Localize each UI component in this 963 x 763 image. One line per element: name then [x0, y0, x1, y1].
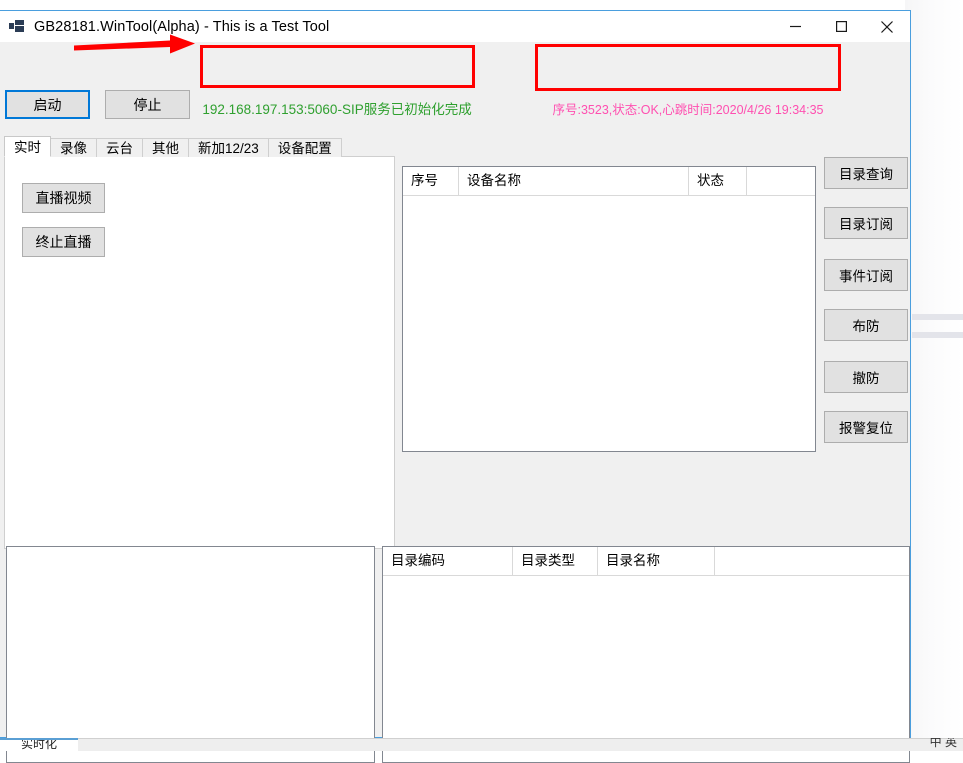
disarm-button[interactable]: 撤防 — [824, 361, 908, 393]
log-output-pane[interactable] — [6, 546, 375, 763]
minimize-button[interactable] — [772, 11, 818, 42]
device-grid-col-extra[interactable] — [747, 167, 815, 195]
maximize-button[interactable] — [818, 11, 864, 42]
catalog-grid[interactable]: 目录编码 目录类型 目录名称 — [382, 546, 910, 763]
live-video-button[interactable]: 直播视频 — [22, 183, 105, 213]
stop-live-button[interactable]: 终止直播 — [22, 227, 105, 257]
device-grid[interactable]: 序号 设备名称 状态 — [402, 166, 816, 452]
tab-realtime[interactable]: 实时 — [4, 136, 51, 157]
device-grid-col-status[interactable]: 状态 — [689, 167, 747, 195]
catalog-subscribe-button[interactable]: 目录订阅 — [824, 207, 908, 239]
close-button[interactable] — [864, 11, 910, 42]
application-window: GB28181.WinTool(Alpha) - This is a Test … — [0, 10, 911, 763]
device-grid-col-name[interactable]: 设备名称 — [459, 167, 689, 195]
taskbar-strip: 实时化 中 英 — [0, 738, 963, 751]
catalog-grid-header: 目录编码 目录类型 目录名称 — [383, 547, 909, 576]
taskbar-ime-indicator[interactable]: 中 英 — [930, 738, 957, 751]
catalog-query-button[interactable]: 目录查询 — [824, 157, 908, 189]
catalog-grid-col-extra[interactable] — [715, 547, 815, 575]
event-subscribe-button[interactable]: 事件订阅 — [824, 259, 908, 291]
alarm-reset-button[interactable]: 报警复位 — [824, 411, 908, 443]
start-button[interactable]: 启动 — [5, 90, 90, 119]
taskbar-background — [78, 738, 963, 751]
app-icon — [9, 19, 25, 34]
catalog-grid-col-type[interactable]: 目录类型 — [513, 547, 598, 575]
sip-service-status-label: 192.168.197.153:5060-SIP服务已初始化完成 — [202, 89, 472, 127]
close-icon — [881, 20, 893, 33]
tab-recording[interactable]: 录像 — [50, 138, 97, 157]
device-grid-header: 序号 设备名称 状态 — [403, 167, 815, 196]
tab-other[interactable]: 其他 — [142, 138, 189, 157]
tab-strip: 实时 录像 云台 其他 新加12/23 设备配置 — [4, 136, 342, 157]
catalog-grid-col-name[interactable]: 目录名称 — [598, 547, 715, 575]
tab-page-realtime: 直播视频 终止直播 — [4, 156, 395, 549]
minimize-icon — [789, 25, 801, 28]
stop-button[interactable]: 停止 — [105, 90, 190, 119]
taskbar-active-item[interactable]: 实时化 — [0, 738, 78, 751]
tab-device-config[interactable]: 设备配置 — [267, 138, 342, 157]
client-area: 启动 停止 192.168.197.153:5060-SIP服务已初始化完成 序… — [0, 42, 910, 763]
device-grid-col-index[interactable]: 序号 — [403, 167, 459, 195]
catalog-grid-col-code[interactable]: 目录编码 — [383, 547, 513, 575]
heartbeat-status-label: 序号:3523,状态:OK,心跳时间:2020/4/26 19:34:35 — [538, 89, 838, 127]
arm-button[interactable]: 布防 — [824, 309, 908, 341]
background-window-line — [912, 332, 963, 338]
maximize-icon — [835, 21, 847, 32]
background-window — [905, 0, 963, 740]
tab-new-12-23[interactable]: 新加12/23 — [188, 138, 269, 157]
background-window-line — [912, 314, 963, 320]
tab-ptz[interactable]: 云台 — [96, 138, 143, 157]
title-bar[interactable]: GB28181.WinTool(Alpha) - This is a Test … — [0, 11, 910, 42]
window-title: GB28181.WinTool(Alpha) - This is a Test … — [34, 18, 330, 35]
